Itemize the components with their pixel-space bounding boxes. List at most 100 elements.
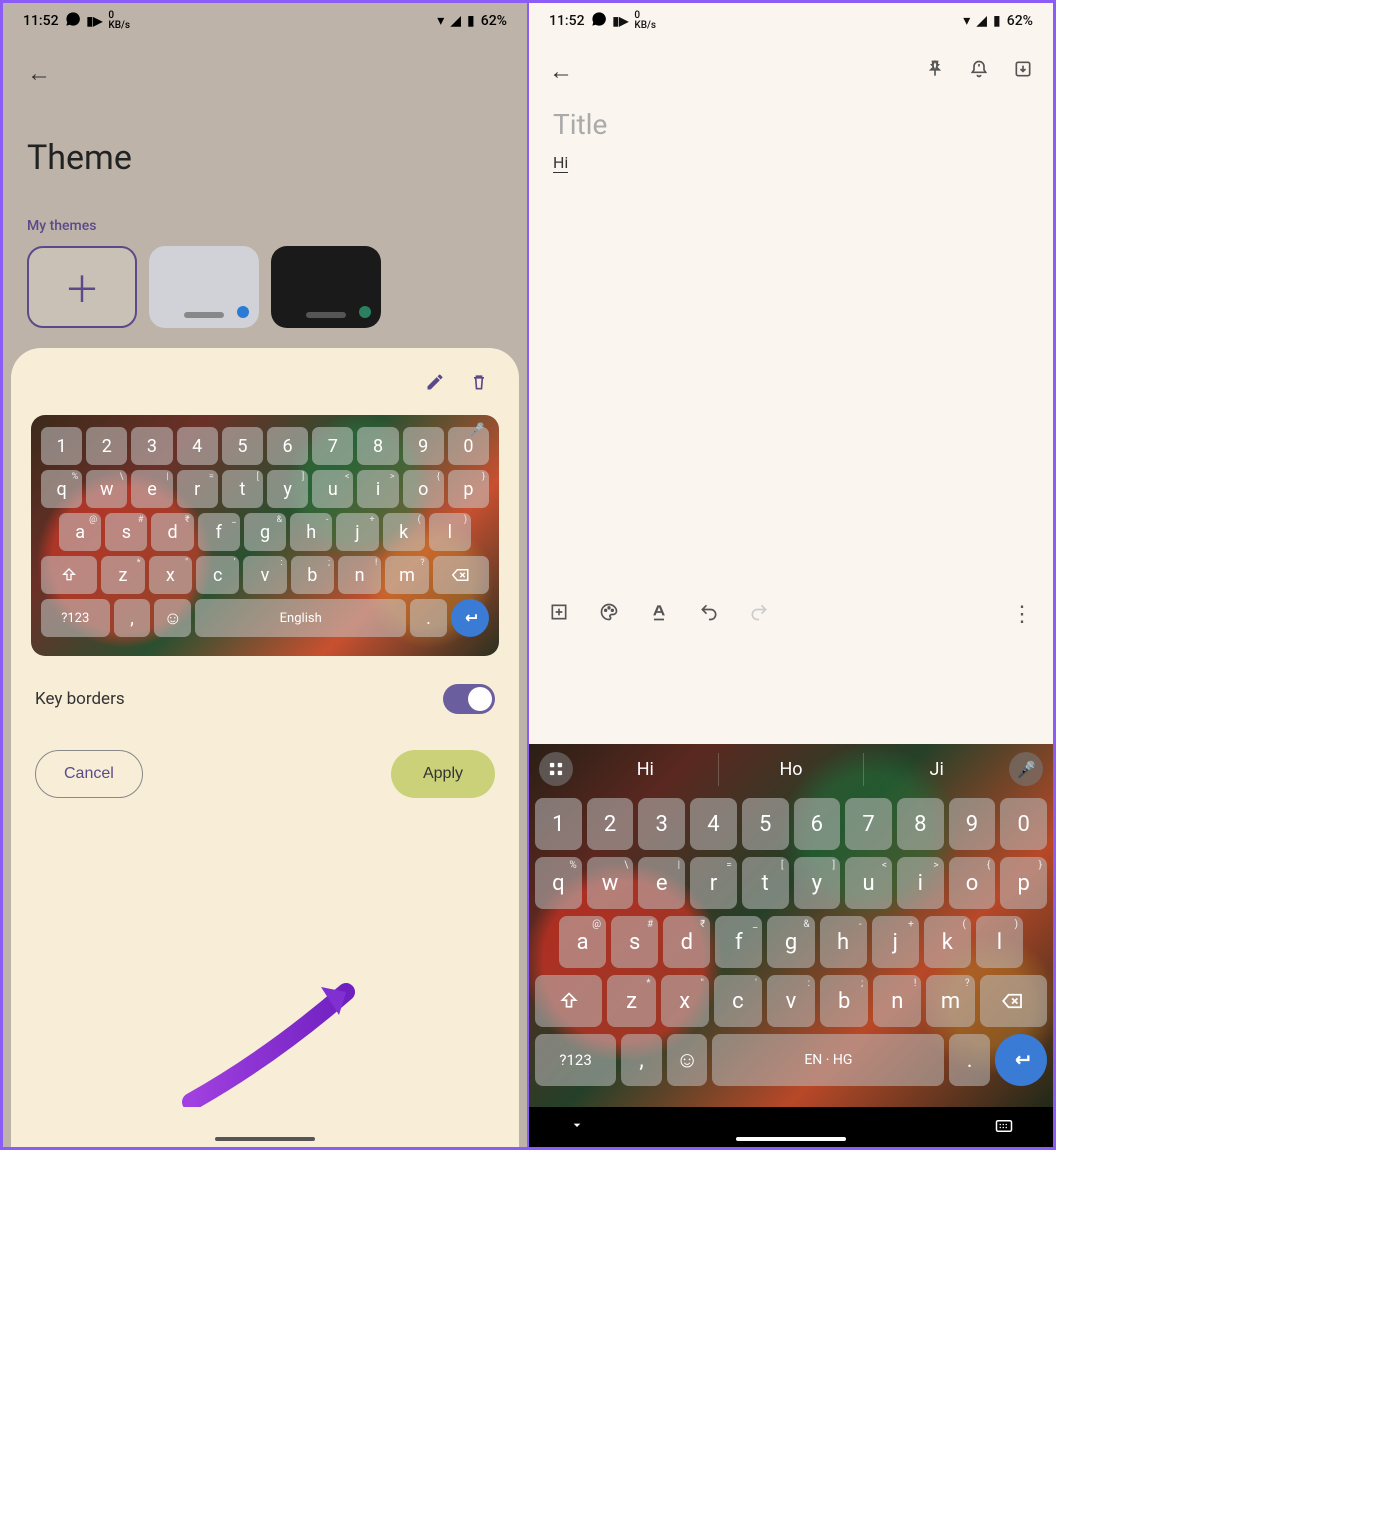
edit-icon[interactable] [425, 372, 445, 397]
key-x[interactable]: x" [661, 975, 709, 1027]
key-8[interactable]: 8 [357, 427, 398, 465]
key-v[interactable]: v: [767, 975, 815, 1027]
key-o[interactable]: o{ [949, 857, 996, 909]
emoji-key[interactable]: ☺ [667, 1034, 708, 1086]
key-2[interactable]: 2 [587, 798, 634, 850]
key-3[interactable]: 3 [638, 798, 685, 850]
key-k[interactable]: k( [924, 916, 971, 968]
suggestion-2[interactable]: Ho [718, 753, 864, 786]
symbols-key[interactable]: ?123 [535, 1034, 616, 1086]
key-w[interactable]: w\ [86, 470, 127, 508]
emoji-key[interactable]: ☺ [154, 599, 191, 637]
key-a[interactable]: a@ [59, 513, 101, 551]
key-p[interactable]: p} [1000, 857, 1047, 909]
key-b[interactable]: b; [820, 975, 868, 1027]
nav-pill[interactable] [215, 1137, 315, 1141]
shift-key[interactable] [41, 556, 97, 594]
key-d[interactable]: d₹ [151, 513, 193, 551]
suggestion-1[interactable]: Hi [573, 753, 718, 786]
key-c[interactable]: c' [196, 556, 239, 594]
key-q[interactable]: q% [41, 470, 82, 508]
space-key[interactable]: EN · HG [712, 1034, 944, 1086]
key-6[interactable]: 6 [267, 427, 308, 465]
key-6[interactable]: 6 [794, 798, 841, 850]
key-z[interactable]: z* [607, 975, 655, 1027]
note-title-input[interactable]: Title [553, 108, 1029, 141]
key-s[interactable]: s# [105, 513, 147, 551]
key-r[interactable]: r= [177, 470, 218, 508]
key-m[interactable]: m? [385, 556, 428, 594]
redo-icon[interactable] [749, 602, 769, 627]
key-f[interactable]: f_ [715, 916, 762, 968]
key-i[interactable]: i> [897, 857, 944, 909]
key-h[interactable]: h- [820, 916, 867, 968]
suggestion-3[interactable]: Ji [863, 753, 1009, 786]
key-v[interactable]: v: [243, 556, 286, 594]
apps-icon[interactable] [539, 752, 573, 786]
key-e[interactable]: e| [131, 470, 172, 508]
archive-icon[interactable] [1013, 59, 1033, 84]
key-x[interactable]: x" [149, 556, 192, 594]
key-t[interactable]: t[ [222, 470, 263, 508]
key-4[interactable]: 4 [177, 427, 218, 465]
key-z[interactable]: z* [101, 556, 144, 594]
key-n[interactable]: n! [338, 556, 381, 594]
key-l[interactable]: l) [429, 513, 471, 551]
theme-tile-light[interactable] [149, 246, 259, 328]
cancel-button[interactable]: Cancel [35, 750, 143, 798]
key-j[interactable]: j+ [336, 513, 378, 551]
shift-key[interactable] [535, 975, 602, 1027]
enter-key[interactable] [995, 1034, 1047, 1086]
key-d[interactable]: d₹ [663, 916, 710, 968]
key-1[interactable]: 1 [535, 798, 582, 850]
key-r[interactable]: r= [690, 857, 737, 909]
key-u[interactable]: u< [312, 470, 353, 508]
key-4[interactable]: 4 [690, 798, 737, 850]
palette-icon[interactable] [599, 602, 619, 627]
key-f[interactable]: f_ [198, 513, 240, 551]
apply-button[interactable]: Apply [391, 750, 495, 798]
key-p[interactable]: p} [448, 470, 489, 508]
nav-keyboard-switch-icon[interactable] [995, 1118, 1013, 1137]
key-e[interactable]: e| [638, 857, 685, 909]
key-l[interactable]: l) [976, 916, 1023, 968]
key-w[interactable]: w\ [587, 857, 634, 909]
key-0[interactable]: 0 [1000, 798, 1047, 850]
key-a[interactable]: a@ [559, 916, 606, 968]
note-body-text[interactable]: Hi [553, 153, 568, 173]
key-8[interactable]: 8 [897, 798, 944, 850]
back-button[interactable]: ← [549, 57, 573, 86]
add-theme-tile[interactable]: ＋ [27, 246, 137, 328]
delete-icon[interactable] [469, 372, 489, 397]
key-2[interactable]: 2 [86, 427, 127, 465]
key-n[interactable]: n! [873, 975, 921, 1027]
key-y[interactable]: y] [794, 857, 841, 909]
key-o[interactable]: o{ [403, 470, 444, 508]
key-9[interactable]: 9 [403, 427, 444, 465]
key-1[interactable]: 1 [41, 427, 82, 465]
enter-key[interactable] [451, 599, 489, 637]
key-5[interactable]: 5 [222, 427, 263, 465]
key-c[interactable]: c' [714, 975, 762, 1027]
key-g[interactable]: g& [244, 513, 286, 551]
key-j[interactable]: j+ [872, 916, 919, 968]
key-q[interactable]: q% [535, 857, 582, 909]
key-borders-toggle[interactable] [443, 684, 495, 714]
mic-icon[interactable]: 🎤 [1009, 752, 1043, 786]
comma-key[interactable]: , [114, 599, 151, 637]
nav-pill[interactable] [736, 1137, 846, 1141]
key-9[interactable]: 9 [949, 798, 996, 850]
key-7[interactable]: 7 [312, 427, 353, 465]
period-key[interactable]: . [949, 1034, 990, 1086]
key-3[interactable]: 3 [131, 427, 172, 465]
period-key[interactable]: . [410, 599, 447, 637]
backspace-key[interactable] [980, 975, 1047, 1027]
key-b[interactable]: b; [291, 556, 334, 594]
comma-key[interactable]: , [621, 1034, 662, 1086]
key-h[interactable]: h- [290, 513, 332, 551]
key-i[interactable]: i> [357, 470, 398, 508]
key-m[interactable]: m? [926, 975, 974, 1027]
key-g[interactable]: g& [767, 916, 814, 968]
text-format-icon[interactable] [649, 602, 669, 627]
reminder-icon[interactable] [969, 59, 989, 84]
